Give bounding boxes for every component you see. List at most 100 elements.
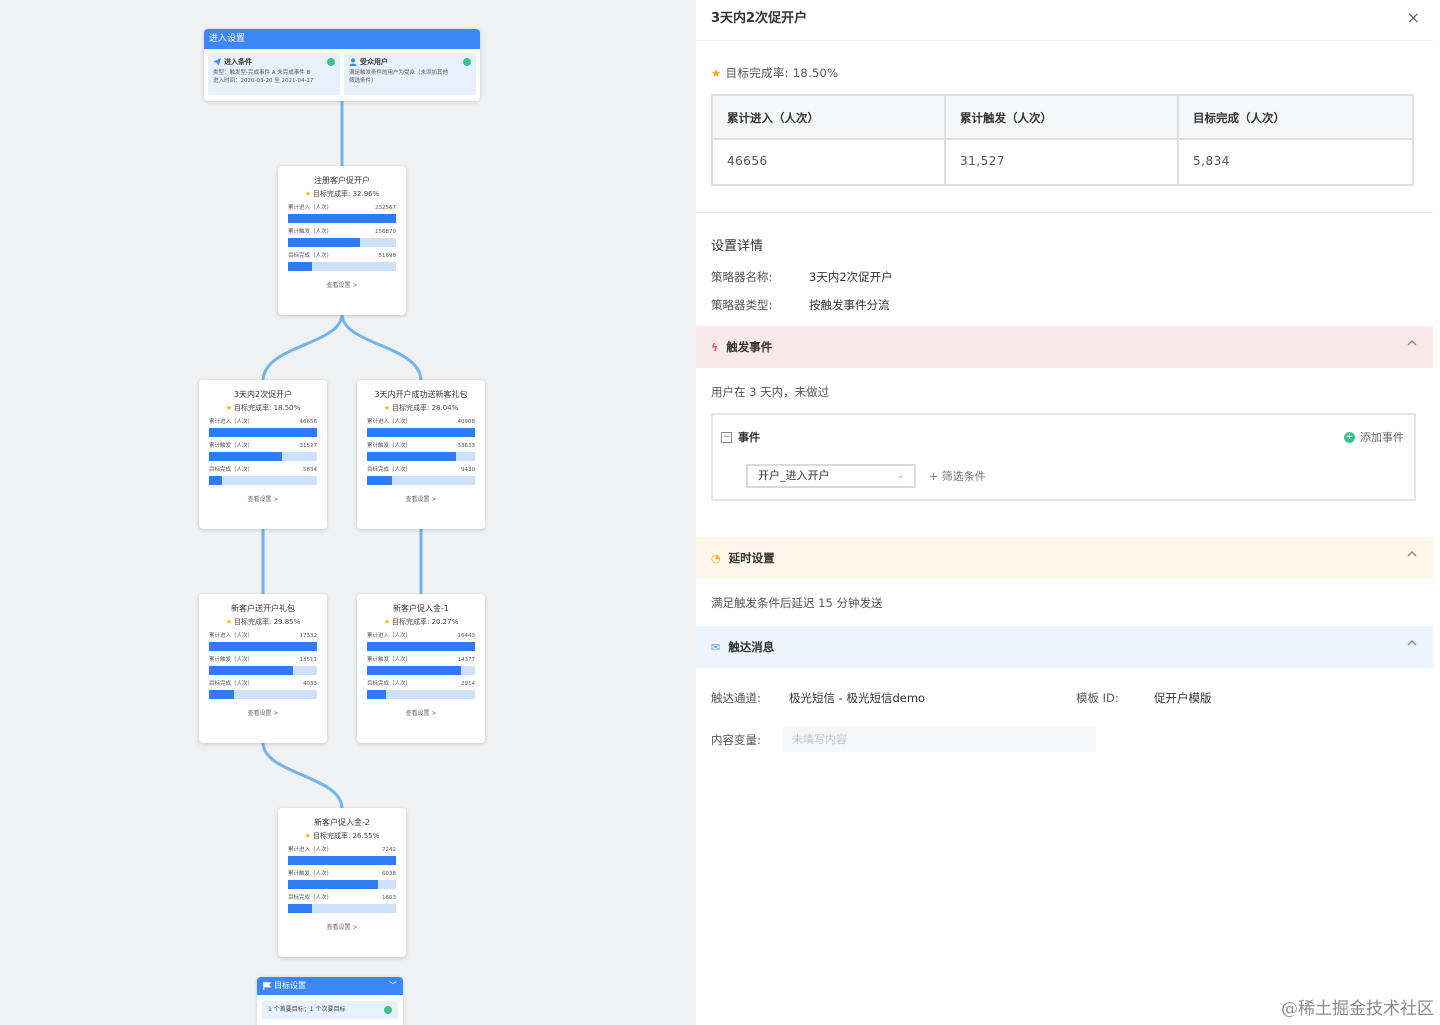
chevron-up-icon[interactable]: [1407, 638, 1417, 648]
metric-label: 累计触发（人次）: [209, 657, 254, 663]
view-settings-link[interactable]: 查看设置 >: [288, 922, 396, 931]
flow-node[interactable]: 新客户促入金-1 ★ 目标完成率: 20.27% 累计进入（人次） 16443 累计触发（…: [357, 594, 485, 743]
node-title: 3天内2次促开户: [233, 390, 293, 399]
metric-value: 2914: [461, 681, 475, 687]
flow-node[interactable]: 新客户送开户礼包 ★ 目标完成率: 29.85% 累计进入（人次） 17332 累计触发（…: [199, 594, 327, 743]
delay-section-title: 延时设置: [728, 551, 775, 565]
channel-value: 极光短信 - 极光短信demo: [789, 691, 926, 705]
metric-bar: [209, 476, 317, 485]
add-event-button[interactable]: + 添加事件: [1344, 429, 1404, 445]
star-icon: ★: [711, 66, 722, 80]
plus-circle-icon: +: [1344, 431, 1355, 443]
metric-bar: [209, 690, 317, 699]
entry-audience-cell[interactable]: 受众用户 满足触发条件的用户为受众（未添加其他 筛选条件）: [344, 53, 476, 95]
collapse-square-icon[interactable]: −: [721, 431, 732, 443]
metric-label: 累计进入（人次）: [288, 205, 333, 211]
close-icon[interactable]: ×: [1407, 8, 1420, 27]
event-box: − 事件 + 添加事件 开户_进入开户 ⌄ + 筛选条件: [711, 413, 1416, 501]
entry-condition-cell[interactable]: 进入条件 类型：触发型-完成事件 A 未完成事件 B 进入时间：2020-03-…: [208, 53, 340, 95]
goal-rate: ★ 目标完成率: 18.50%: [711, 66, 839, 80]
metric-bar: [209, 642, 317, 651]
entry-condition-line1: 类型：触发型-完成事件 A 未完成事件 B: [213, 70, 311, 76]
metric-bar: [288, 856, 396, 865]
view-settings-link[interactable]: 查看设置 >: [367, 494, 475, 503]
metric-value: 17332: [299, 633, 318, 639]
content-variable-field[interactable]: 未填写内容: [783, 727, 1096, 752]
metric-bar: [367, 666, 475, 675]
stats-value: 5,834: [1179, 140, 1412, 184]
clock-icon: ◔: [711, 551, 721, 565]
content-variable-label: 内容变量:: [711, 733, 761, 747]
delay-section-header[interactable]: ◔ 延时设置: [696, 537, 1433, 579]
view-settings-link[interactable]: 查看设置 >: [288, 280, 396, 289]
metric-bar-fill: [367, 428, 475, 437]
flow-node[interactable]: 注册客户促开户 ★ 目标完成率: 32.96% 累计进入（人次） 232567 累计触发（…: [278, 166, 406, 315]
star-icon: ★: [383, 404, 390, 412]
node-title: 新客户送开户礼包: [231, 604, 295, 613]
metric-bar-fill: [367, 690, 387, 699]
node-metric: 目标完成（人次） 9430: [367, 466, 475, 485]
node-metric: 累计进入（人次） 7242: [288, 846, 396, 865]
view-settings-link[interactable]: 查看设置 >: [209, 494, 317, 503]
node-title: 新客户促入金-2: [314, 818, 370, 827]
stats-value: 31,527: [946, 140, 1179, 184]
node-metric: 累计进入（人次） 40908: [367, 418, 475, 437]
message-section-header[interactable]: ✉ 触达消息: [696, 626, 1433, 668]
view-settings-link[interactable]: 查看设置 >: [209, 708, 317, 717]
message-section-title: 触达消息: [728, 640, 775, 654]
node-goal-rate: ★ 目标完成率: 29.85%: [225, 618, 301, 626]
metric-bar: [288, 904, 396, 913]
flow-node[interactable]: 新客户促入金-2 ★ 目标完成率: 26.55% 累计进入（人次） 7242 累计触发（人…: [278, 808, 406, 957]
metric-bar-fill: [288, 856, 396, 865]
metric-bar-fill: [209, 476, 222, 485]
add-filter-button[interactable]: + 筛选条件: [929, 468, 986, 484]
metric-bar: [367, 428, 475, 437]
panel-title: 3天内2次促开户: [711, 11, 808, 26]
metric-bar: [367, 476, 475, 485]
flow-node[interactable]: 3天内开户成功送新客礼包 ★ 目标完成率: 28.04% 累计进入（人次） 40908 累…: [357, 380, 485, 529]
metric-label: 目标完成（人次）: [209, 467, 254, 473]
trigger-section-title: 触发事件: [726, 340, 773, 354]
divider: [696, 40, 1433, 41]
metric-bar: [288, 238, 396, 247]
metric-label: 累计触发（人次）: [367, 657, 412, 663]
send-icon: [213, 58, 221, 66]
metric-label: 目标完成（人次）: [367, 681, 412, 687]
goal-settings-card[interactable]: 目标设置 ﹀ 1 个首要目标；1 个次要目标: [257, 977, 403, 1025]
star-icon: ★: [383, 618, 390, 626]
chevron-up-icon[interactable]: [1407, 338, 1417, 348]
metric-bar: [209, 452, 317, 461]
metric-label: 累计进入（人次）: [209, 633, 254, 639]
metric-label: 目标完成（人次）: [288, 895, 333, 901]
node-metric: 累计进入（人次） 16443: [367, 632, 475, 651]
chevron-down-icon: ⌄: [897, 471, 904, 480]
entry-condition-line2: 进入时间：2020-03-20 至 2021-04-17: [213, 78, 314, 84]
stats-header: 目标完成（人次）: [1179, 96, 1412, 140]
metric-value: 33633: [457, 443, 476, 449]
metric-label: 目标完成（人次）: [288, 253, 333, 259]
chevron-up-icon[interactable]: [1407, 549, 1417, 559]
metric-bar: [288, 214, 396, 223]
stats-table: 累计进入（人次） 累计触发（人次） 目标完成（人次） 46656 31,527 …: [711, 94, 1414, 186]
node-metric: 累计触发（人次） 31527: [209, 442, 317, 461]
node-title: 新客户促入金-1: [393, 604, 449, 613]
entry-settings-card[interactable]: 进入设置 进入条件 类型：触发型-完成事件 A 未完成事件 B 进入时间：202…: [204, 29, 480, 101]
metric-label: 累计进入（人次）: [209, 419, 254, 425]
node-metric: 目标完成（人次） 1603: [288, 894, 396, 913]
node-metric: 累计触发（人次） 14377: [367, 656, 475, 675]
chevron-down-icon[interactable]: ﹀: [389, 977, 397, 995]
event-select[interactable]: 开户_进入开户 ⌄: [746, 464, 916, 488]
metric-value: 156870: [375, 229, 396, 235]
view-settings-link[interactable]: 查看设置 >: [367, 708, 475, 717]
trigger-section-header[interactable]: ϟ 触发事件: [696, 326, 1433, 368]
strategy-type-row: 策略器类型: 按触发事件分流: [711, 297, 890, 313]
metric-value: 9430: [461, 467, 475, 473]
node-metric: 目标完成（人次） 5834: [209, 466, 317, 485]
strategy-name-label: 策略器名称:: [711, 270, 773, 284]
flow-canvas[interactable]: 进入设置 进入条件 类型：触发型-完成事件 A 未完成事件 B 进入时间：202…: [0, 0, 696, 1025]
metric-value: 7242: [382, 847, 396, 853]
strategy-name-value: 3天内2次促开户: [809, 270, 893, 284]
node-goal-rate: ★ 目标完成率: 26.55%: [304, 832, 380, 840]
metric-label: 累计触发（人次）: [288, 229, 333, 235]
flow-node[interactable]: 3天内2次促开户 ★ 目标完成率: 18.50% 累计进入（人次） 46656 累计触发（…: [199, 380, 327, 529]
